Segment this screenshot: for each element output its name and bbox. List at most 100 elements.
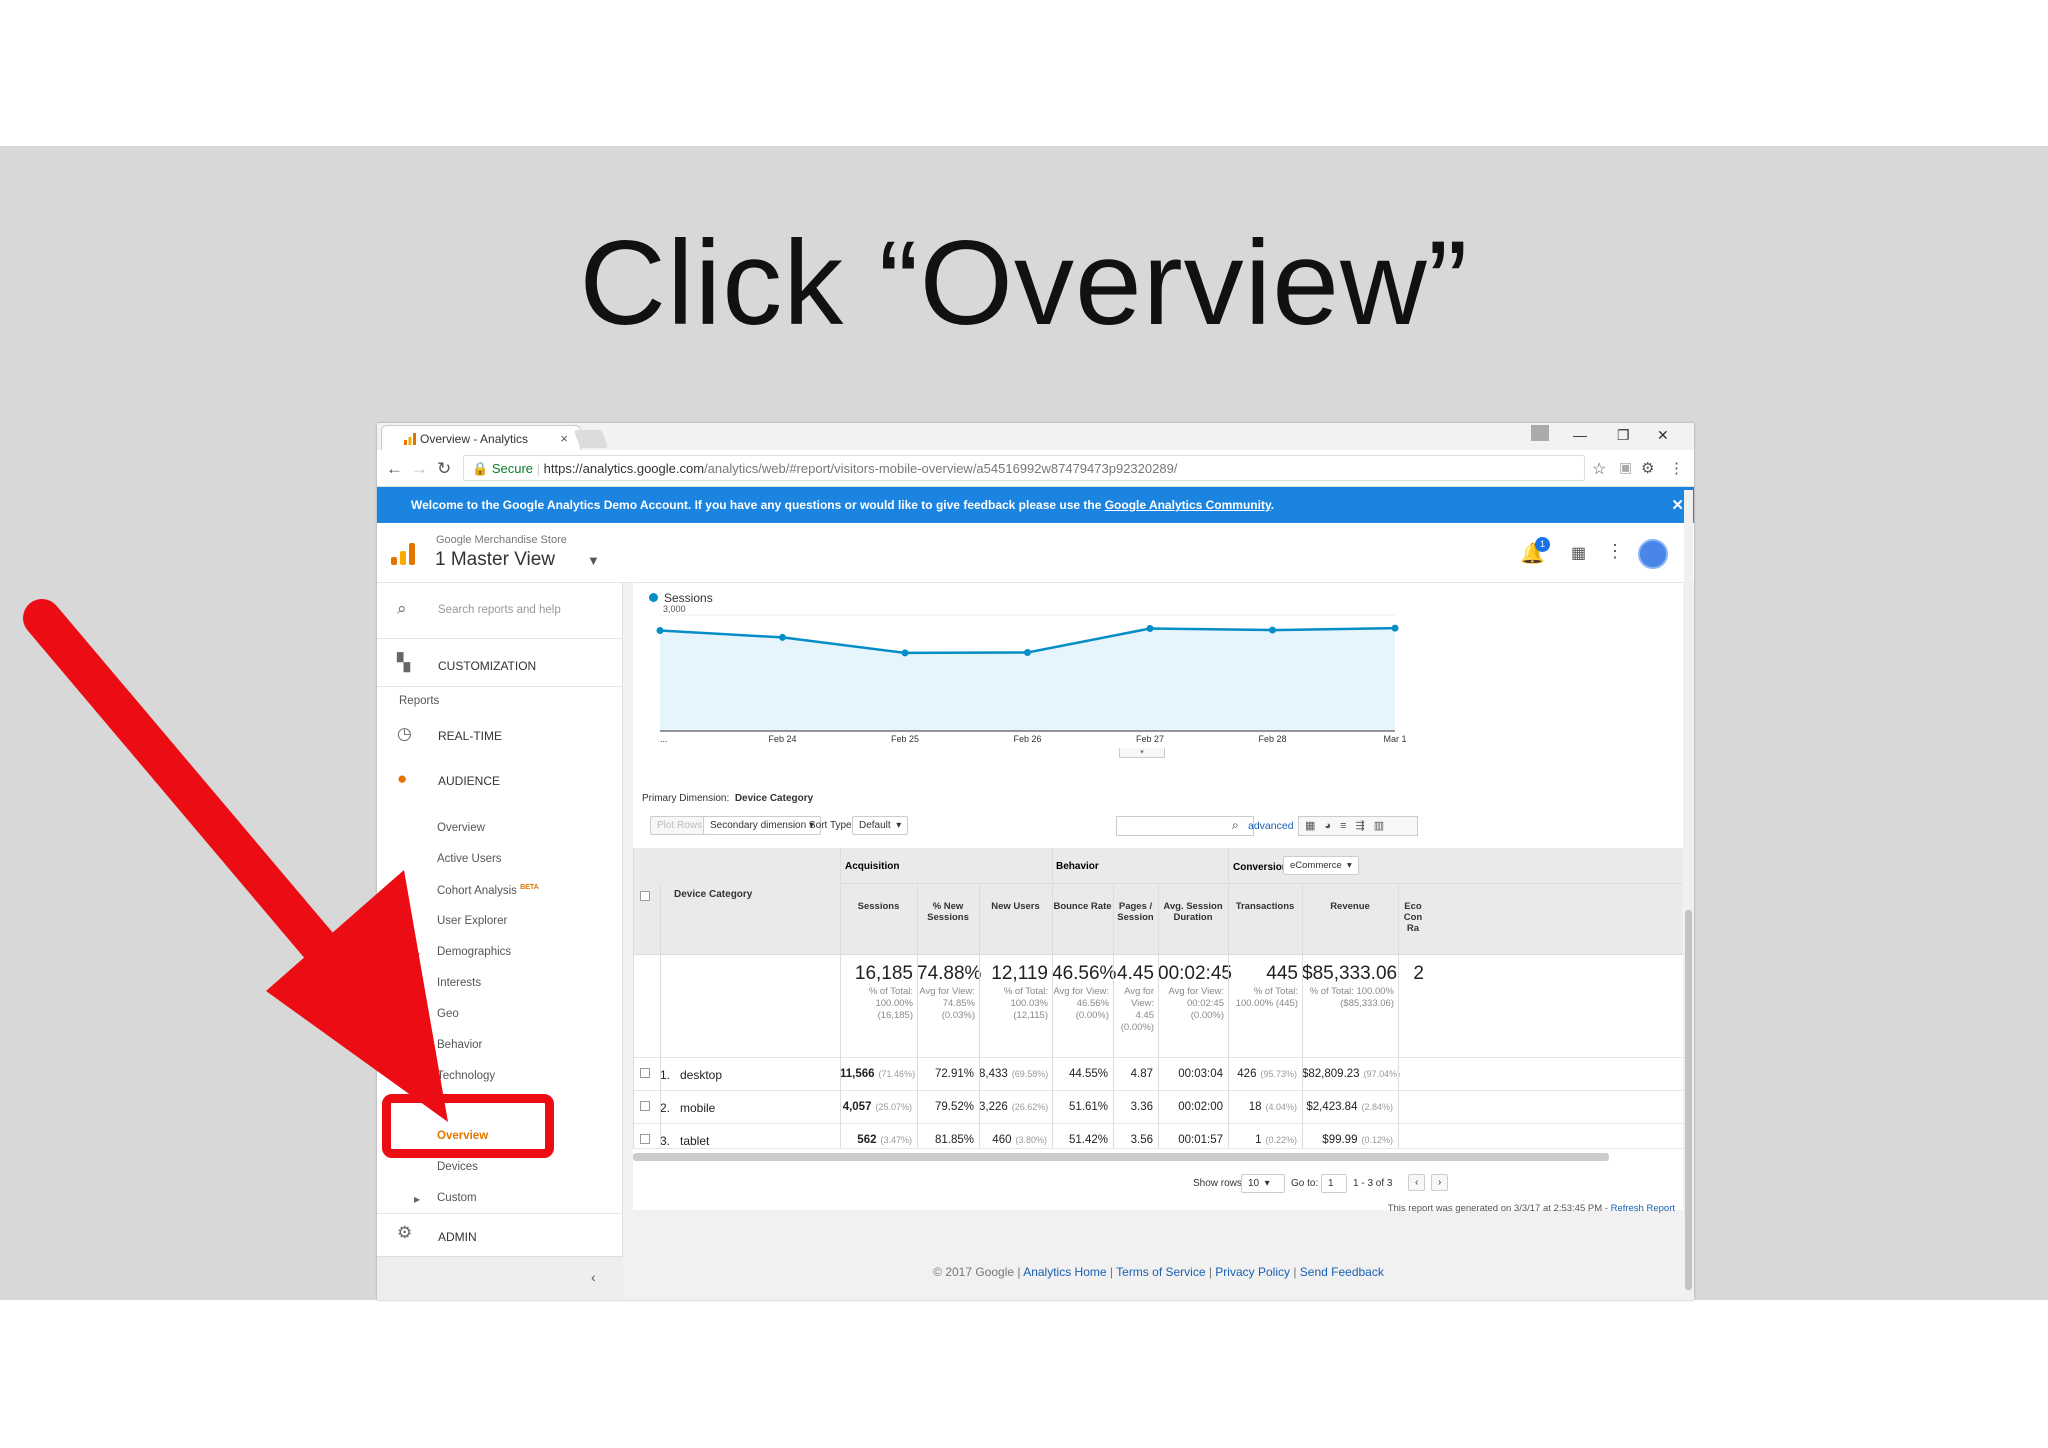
collapse-sidebar-icon[interactable]: ‹ xyxy=(591,1269,596,1285)
expand-triangle-icon[interactable]: ▶ xyxy=(414,1011,420,1020)
bookmark-star-icon[interactable]: ☆ xyxy=(1592,459,1606,479)
sidebar-item-devices[interactable]: Devices xyxy=(437,1161,478,1173)
column-header[interactable]: Transactions xyxy=(1228,901,1302,912)
row-checkbox[interactable] xyxy=(640,1068,650,1078)
sidebar-search[interactable]: ⌕ Search reports and help xyxy=(377,583,623,639)
plot-rows-button[interactable]: Plot Rows xyxy=(650,816,710,835)
gear-icon: ⚙ xyxy=(397,1223,413,1242)
pivot-view-icon[interactable]: ▥ xyxy=(1374,820,1393,832)
column-header[interactable]: % New Sessions xyxy=(917,901,979,923)
cell-value: 81.85% xyxy=(934,1134,974,1146)
sidebar-item-interests[interactable]: Interests xyxy=(437,977,481,989)
row-checkbox[interactable] xyxy=(640,1101,650,1111)
sidebar-item-demographics[interactable]: Demographics xyxy=(437,946,511,958)
apps-grid-icon[interactable]: ▦ xyxy=(1571,543,1586,563)
overview-highlight-box xyxy=(382,1094,554,1158)
column-header[interactable]: Avg. Session Duration xyxy=(1158,901,1228,923)
column-header[interactable]: Pages / Session xyxy=(1113,901,1158,923)
device-name[interactable]: tablet xyxy=(680,1134,709,1148)
conversions-select[interactable]: eCommerce ▾ xyxy=(1283,856,1359,875)
secondary-dimension-select[interactable]: Secondary dimension ▾ xyxy=(703,816,821,835)
footer-link-analytics-home[interactable]: Analytics Home xyxy=(1023,1265,1106,1279)
primary-dimension-value[interactable]: Device Category xyxy=(735,793,813,804)
goto-input[interactable]: 1 xyxy=(1321,1174,1347,1193)
column-header[interactable]: New Users xyxy=(979,901,1052,912)
sidebar-item-technology[interactable]: Technology xyxy=(437,1070,495,1082)
advanced-link[interactable]: advanced xyxy=(1248,820,1294,832)
view-dropdown-caret-icon[interactable]: ▼ xyxy=(587,553,600,568)
group-divider xyxy=(1228,848,1229,883)
expand-triangle-icon[interactable]: ▶ xyxy=(414,980,420,989)
chart-resize-handle[interactable]: ▾ xyxy=(1119,748,1165,758)
avatar[interactable] xyxy=(1638,539,1668,569)
footer-link-privacy[interactable]: Privacy Policy xyxy=(1215,1265,1290,1279)
sidebar-item-behavior[interactable]: Behavior xyxy=(437,1039,482,1051)
expand-triangle-icon[interactable]: ▶ xyxy=(414,949,420,958)
extension-settings-icon[interactable]: ⚙ xyxy=(1641,459,1654,477)
prev-page-button[interactable]: ‹ xyxy=(1408,1174,1426,1191)
view-name[interactable]: 1 Master View xyxy=(435,549,555,571)
community-link[interactable]: Google Analytics Community xyxy=(1105,498,1271,512)
sidebar-item-cohort-analysis[interactable]: Cohort Analysis BETA xyxy=(437,884,539,897)
sidebar-item-overview[interactable]: Overview xyxy=(437,822,485,834)
column-header[interactable]: Sessions xyxy=(840,901,917,912)
column-header[interactable]: Revenue xyxy=(1302,901,1398,912)
view-toggle-group[interactable]: ▦◕≡⇶▥ xyxy=(1298,816,1418,836)
back-icon[interactable]: ← xyxy=(386,459,403,479)
profile-icon[interactable] xyxy=(1531,425,1549,441)
row-checkbox[interactable] xyxy=(640,1134,650,1144)
extension-icon[interactable]: ▣ xyxy=(1619,459,1632,476)
sidebar-item-geo[interactable]: Geo xyxy=(437,1008,459,1020)
footer-link-terms[interactable]: Terms of Service xyxy=(1116,1265,1205,1279)
reload-icon[interactable]: ↻ xyxy=(437,459,451,479)
select-all-checkbox[interactable] xyxy=(640,891,650,901)
url-field[interactable]: 🔒 Secure | https://analytics.google.com/… xyxy=(463,455,1585,481)
total-subtext: Avg for View: 00:02:45 (0.00%) xyxy=(1168,986,1224,1021)
horizontal-scrollbar[interactable] xyxy=(633,1153,1609,1161)
bar-view-icon[interactable]: ≡ xyxy=(1340,820,1355,832)
tab-overview-analytics[interactable]: Overview - Analytics × xyxy=(381,425,581,450)
search-input[interactable]: Search reports and help xyxy=(438,604,561,616)
scrollbar-thumb[interactable] xyxy=(1685,910,1692,1290)
sidebar-item-active-users[interactable]: Active Users xyxy=(437,853,502,865)
x-tick-label: Mar 1 xyxy=(1383,734,1406,743)
restore-icon[interactable]: ❐ xyxy=(1617,427,1630,444)
table-view-icon[interactable]: ▦ xyxy=(1305,820,1324,832)
sort-type-value: Default xyxy=(859,820,891,831)
expand-triangle-icon[interactable]: ▶ xyxy=(414,1042,420,1051)
total-value: 74.88% xyxy=(917,963,982,984)
expand-triangle-icon[interactable]: ▶ xyxy=(414,1195,420,1204)
sidebar-item-realtime[interactable]: ◷ REAL-TIME xyxy=(377,719,623,749)
footer-link-feedback[interactable]: Send Feedback xyxy=(1300,1265,1384,1279)
next-page-button[interactable]: › xyxy=(1431,1174,1449,1191)
sidebar-item-admin[interactable]: ⚙ ADMIN xyxy=(377,1213,623,1253)
forward-icon[interactable]: → xyxy=(411,459,428,479)
col-device-category[interactable]: Device Category xyxy=(674,889,752,900)
device-name[interactable]: desktop xyxy=(680,1068,722,1082)
close-banner-icon[interactable]: ✕ xyxy=(1671,496,1684,514)
sidebar-item-custom[interactable]: Custom xyxy=(437,1192,477,1204)
sidebar-item-user-explorer[interactable]: User Explorer xyxy=(437,915,507,927)
clock-icon: ◷ xyxy=(397,724,412,743)
sidebar-item-audience[interactable]: ● AUDIENCE xyxy=(377,764,623,794)
new-tab-button[interactable] xyxy=(573,430,609,448)
show-rows-select[interactable]: 10 ▾ xyxy=(1241,1174,1285,1193)
browser-menu-icon[interactable]: ⋮ xyxy=(1669,459,1684,477)
tab-title: Overview - Analytics xyxy=(420,432,529,446)
sort-type-select[interactable]: Default ▾ xyxy=(852,816,909,835)
vertical-scrollbar[interactable] xyxy=(1684,490,1693,1300)
column-header[interactable]: Eco Con Ra xyxy=(1398,901,1428,934)
account-name[interactable]: Google Merchandise Store xyxy=(436,534,567,546)
search-icon[interactable]: ⌕ xyxy=(1232,818,1239,833)
device-name[interactable]: mobile xyxy=(680,1101,715,1115)
analytics-logo-icon xyxy=(404,433,416,445)
refresh-report-link[interactable]: Refresh Report xyxy=(1611,1203,1675,1214)
more-options-icon[interactable]: ⋮ xyxy=(1606,541,1624,562)
sidebar-item-customization[interactable]: ▚ CUSTOMIZATION xyxy=(377,639,623,687)
pie-view-icon[interactable]: ◕ xyxy=(1324,820,1340,832)
column-header[interactable]: Bounce Rate xyxy=(1052,901,1113,912)
close-tab-icon[interactable]: × xyxy=(560,431,568,446)
minimize-icon[interactable]: — xyxy=(1573,427,1587,443)
close-window-icon[interactable]: ✕ xyxy=(1657,427,1669,444)
compare-view-icon[interactable]: ⇶ xyxy=(1355,820,1373,832)
